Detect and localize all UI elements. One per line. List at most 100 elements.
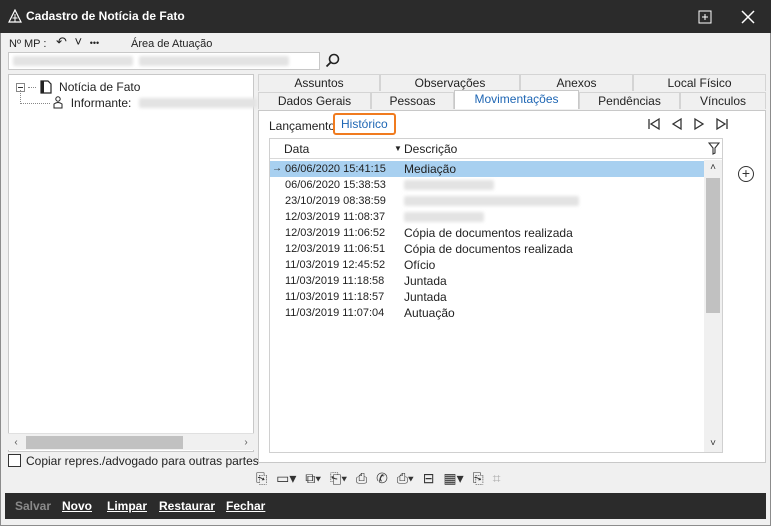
cell-data: 06/06/2020 15:41:15 bbox=[285, 163, 386, 175]
tab-local-fisico[interactable]: Local Físico bbox=[633, 74, 766, 91]
hierarchy-icon[interactable]: ⧉▾ bbox=[305, 470, 321, 487]
table-row[interactable]: 12/03/2019 11:06:52 Cópia de documentos r… bbox=[270, 225, 704, 241]
table-row[interactable]: 06/06/2020 15:38:53 bbox=[270, 177, 704, 193]
checkbox-icon[interactable] bbox=[8, 454, 21, 467]
table-row[interactable]: 12/03/2019 11:06:51 Cópia de documentos r… bbox=[270, 241, 704, 257]
add-movimentacao-button[interactable]: + bbox=[738, 166, 754, 182]
attach-document-icon[interactable]: ⎘ bbox=[473, 470, 484, 487]
tab-vinculos[interactable]: Vínculos bbox=[680, 92, 766, 109]
tree-horizontal-scrollbar[interactable]: ‹ › bbox=[8, 433, 254, 450]
area-atuacao-label: Área de Atuação bbox=[131, 38, 213, 50]
scrollbar-thumb[interactable] bbox=[26, 436, 183, 449]
next-record-icon[interactable] bbox=[690, 116, 708, 132]
table-row[interactable]: 11/03/2019 11:07:04 Autuação bbox=[270, 305, 704, 321]
cell-data: 12/03/2019 11:06:52 bbox=[285, 227, 386, 239]
cell-descricao bbox=[404, 177, 494, 193]
copiar-label: Copiar repres./advogado para outras part… bbox=[26, 454, 259, 468]
scroll-right-icon[interactable]: › bbox=[238, 434, 254, 451]
minimize-button[interactable] bbox=[694, 6, 716, 28]
tab-observacoes[interactable]: Observações bbox=[380, 74, 520, 91]
previous-record-icon[interactable] bbox=[668, 116, 686, 132]
phone-icon[interactable]: ✆ bbox=[376, 470, 388, 487]
search-icon[interactable] bbox=[325, 53, 341, 69]
subtab-lancamento[interactable]: Lançamento bbox=[269, 119, 335, 133]
column-header-descricao[interactable]: Descrição bbox=[404, 142, 457, 156]
grid-vertical-scrollbar[interactable]: ˄ ˅ bbox=[704, 160, 722, 452]
bottom-action-bar: Salvar Novo Limpar Restaurar Fechar bbox=[5, 493, 766, 519]
tab-pessoas[interactable]: Pessoas bbox=[371, 92, 454, 109]
cell-data: 11/03/2019 11:07:04 bbox=[285, 307, 385, 319]
person-icon bbox=[53, 96, 63, 109]
fechar-button[interactable]: Fechar bbox=[226, 499, 265, 513]
title-bar: Cadastro de Notícia de Fato bbox=[0, 0, 771, 33]
calendar-icon[interactable]: ▦▾ bbox=[443, 470, 463, 487]
print-preview-icon[interactable]: ⊟ bbox=[423, 470, 435, 487]
last-record-icon[interactable] bbox=[713, 116, 731, 132]
scroll-left-icon[interactable]: ‹ bbox=[8, 434, 24, 451]
subtab-historico[interactable]: Histórico bbox=[333, 113, 396, 135]
nmp-label: Nº MP : bbox=[9, 38, 47, 50]
printer-icon[interactable]: ⎙▾ bbox=[397, 470, 414, 487]
tab-strip: Assuntos Observações Anexos Local Físico… bbox=[258, 74, 766, 110]
scroll-up-icon[interactable]: ˄ bbox=[704, 160, 722, 176]
cell-descricao: Cópia de documentos realizada bbox=[404, 242, 573, 256]
cell-data: 23/10/2019 08:38:59 bbox=[285, 195, 386, 207]
tab-assuntos[interactable]: Assuntos bbox=[258, 74, 380, 91]
cell-descricao: Autuação bbox=[404, 306, 455, 320]
cell-descricao: Ofício bbox=[404, 258, 436, 272]
restaurar-button[interactable]: Restaurar bbox=[159, 499, 215, 513]
bottom-toolbar: ⎘ ▭▾ ⧉▾ ⎗▾ ⎙ ✆ ⎙▾ ⊟ ▦▾ ⎘ ⌗ bbox=[256, 470, 505, 490]
tab-anexos[interactable]: Anexos bbox=[520, 74, 633, 91]
tree-root[interactable]: Notícia de Fato bbox=[16, 80, 140, 94]
novo-button[interactable]: Novo bbox=[62, 499, 92, 513]
folder-icon[interactable]: ▭▾ bbox=[276, 470, 296, 487]
table-row[interactable]: 11/03/2019 11:18:58 Juntada bbox=[270, 273, 704, 289]
close-button[interactable] bbox=[737, 6, 759, 28]
grid-header: Data ▼ Descrição bbox=[270, 139, 722, 159]
history-nav: ↶ ˅ ••• bbox=[56, 34, 99, 50]
cell-data: 11/03/2019 11:18:58 bbox=[285, 275, 385, 287]
new-document-icon[interactable]: ⎘ bbox=[256, 470, 267, 487]
tab-dados-gerais[interactable]: Dados Gerais bbox=[258, 92, 371, 109]
cell-descricao: Cópia de documentos realizada bbox=[404, 226, 573, 240]
cell-data: 12/03/2019 11:08:37 bbox=[285, 211, 386, 223]
cell-descricao bbox=[404, 193, 579, 209]
cell-data: 06/06/2020 15:38:53 bbox=[285, 179, 386, 191]
window-title: Cadastro de Notícia de Fato bbox=[26, 9, 185, 23]
scroll-down-icon[interactable]: ˅ bbox=[704, 436, 722, 452]
first-record-icon[interactable] bbox=[645, 116, 663, 132]
copy-document-icon[interactable]: ⎗▾ bbox=[330, 470, 347, 487]
column-header-data[interactable]: Data bbox=[284, 142, 309, 156]
historico-grid: Data ▼ Descrição → 06/06/2020 15:41:15 Med… bbox=[269, 138, 723, 453]
more-icon[interactable]: ••• bbox=[90, 38, 99, 48]
cell-descricao: Juntada bbox=[404, 290, 447, 304]
cell-descricao bbox=[404, 209, 484, 225]
app-logo-icon bbox=[8, 9, 22, 23]
table-row[interactable]: 11/03/2019 12:45:52 Ofício bbox=[270, 257, 704, 273]
tree-child-label: Informante: bbox=[70, 96, 132, 110]
table-row[interactable]: 12/03/2019 11:08:37 bbox=[270, 209, 704, 225]
minimize-icon bbox=[698, 10, 712, 24]
back-icon[interactable]: ↶ bbox=[56, 34, 67, 49]
filter-icon[interactable] bbox=[708, 142, 720, 156]
scrollbar-thumb[interactable] bbox=[706, 178, 720, 313]
disabled-export-icon: ⌗ bbox=[492, 470, 501, 486]
paste-icon[interactable]: ⎙ bbox=[356, 470, 367, 487]
current-row-arrow-icon: → bbox=[272, 163, 282, 174]
tree-child-informante[interactable]: Informante: bbox=[20, 96, 257, 110]
dropdown-icon[interactable]: ˅ bbox=[75, 34, 83, 49]
tab-pendencias[interactable]: Pendências bbox=[579, 92, 680, 109]
tab-movimentacoes[interactable]: Movimentações bbox=[454, 90, 579, 109]
sort-desc-icon: ▼ bbox=[394, 144, 402, 153]
salvar-button[interactable]: Salvar bbox=[15, 499, 51, 513]
plus-icon: + bbox=[741, 165, 751, 181]
copiar-checkbox[interactable]: Copiar repres./advogado para outras part… bbox=[8, 454, 259, 468]
table-row[interactable]: 23/10/2019 08:38:59 bbox=[270, 193, 704, 209]
document-icon bbox=[40, 80, 52, 94]
table-row[interactable]: 11/03/2019 11:18:57 Juntada bbox=[270, 289, 704, 305]
cell-descricao: Juntada bbox=[404, 274, 447, 288]
table-row[interactable]: → 06/06/2020 15:41:15 Mediação bbox=[270, 161, 704, 177]
limpar-button[interactable]: Limpar bbox=[107, 499, 147, 513]
nmp-input[interactable] bbox=[8, 52, 320, 70]
tree-root-label: Notícia de Fato bbox=[59, 80, 141, 94]
